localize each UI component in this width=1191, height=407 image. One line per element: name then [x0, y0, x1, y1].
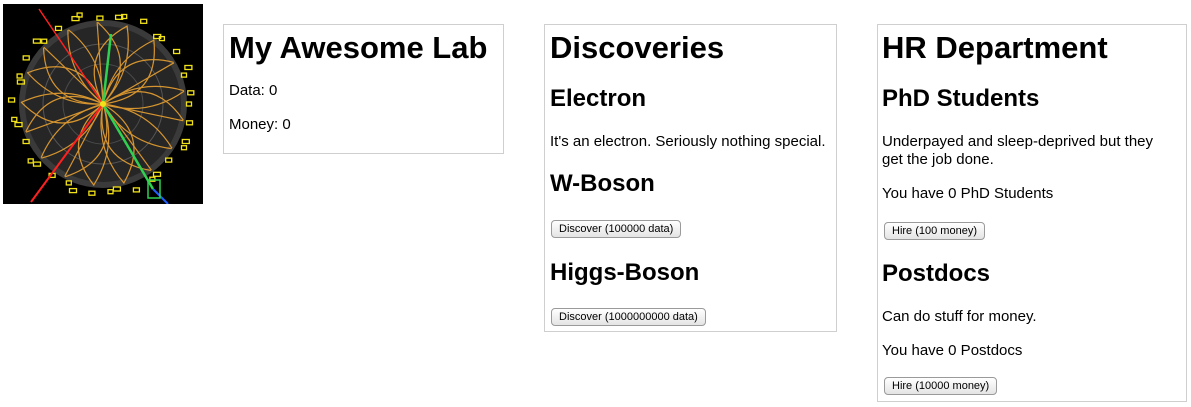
wboson-heading: W-Boson — [550, 170, 655, 197]
phd-count: You have 0 PhD Students — [882, 185, 1054, 202]
discover-higgs-button[interactable]: Discover (1000000000 data) — [551, 308, 706, 326]
electron-heading: Electron — [550, 85, 647, 112]
hr-title: HR Department — [882, 30, 1108, 65]
collision-event-icon — [3, 4, 203, 205]
discoveries-panel: Discoveries Electron It's an electron. S… — [544, 24, 837, 332]
money-counter: Money: 0 — [229, 116, 291, 133]
electron-description: It's an electron. Seriously nothing spec… — [550, 133, 826, 150]
postdoc-description: Can do stuff for money. — [882, 308, 1037, 325]
hire-postdoc-button[interactable]: Hire (10000 money) — [884, 377, 998, 395]
discover-wboson-button[interactable]: Discover (100000 data) — [551, 220, 682, 238]
lab-panel: My Awesome Lab Data: 0 Money: 0 — [223, 24, 504, 154]
discoveries-title: Discoveries — [550, 30, 725, 65]
phd-heading: PhD Students — [882, 85, 1040, 112]
data-counter: Data: 0 — [229, 82, 278, 99]
lab-title: My Awesome Lab — [229, 30, 488, 65]
hire-phd-button[interactable]: Hire (100 money) — [884, 222, 985, 240]
phd-description: Underpayed and sleep-deprived but they g… — [882, 133, 1154, 168]
particle-collision-logo — [3, 4, 203, 205]
postdoc-heading: Postdocs — [882, 260, 991, 287]
higgs-heading: Higgs-Boson — [550, 259, 700, 286]
postdoc-count: You have 0 Postdocs — [882, 342, 1023, 359]
hr-panel: HR Department PhD Students Underpayed an… — [877, 24, 1187, 402]
